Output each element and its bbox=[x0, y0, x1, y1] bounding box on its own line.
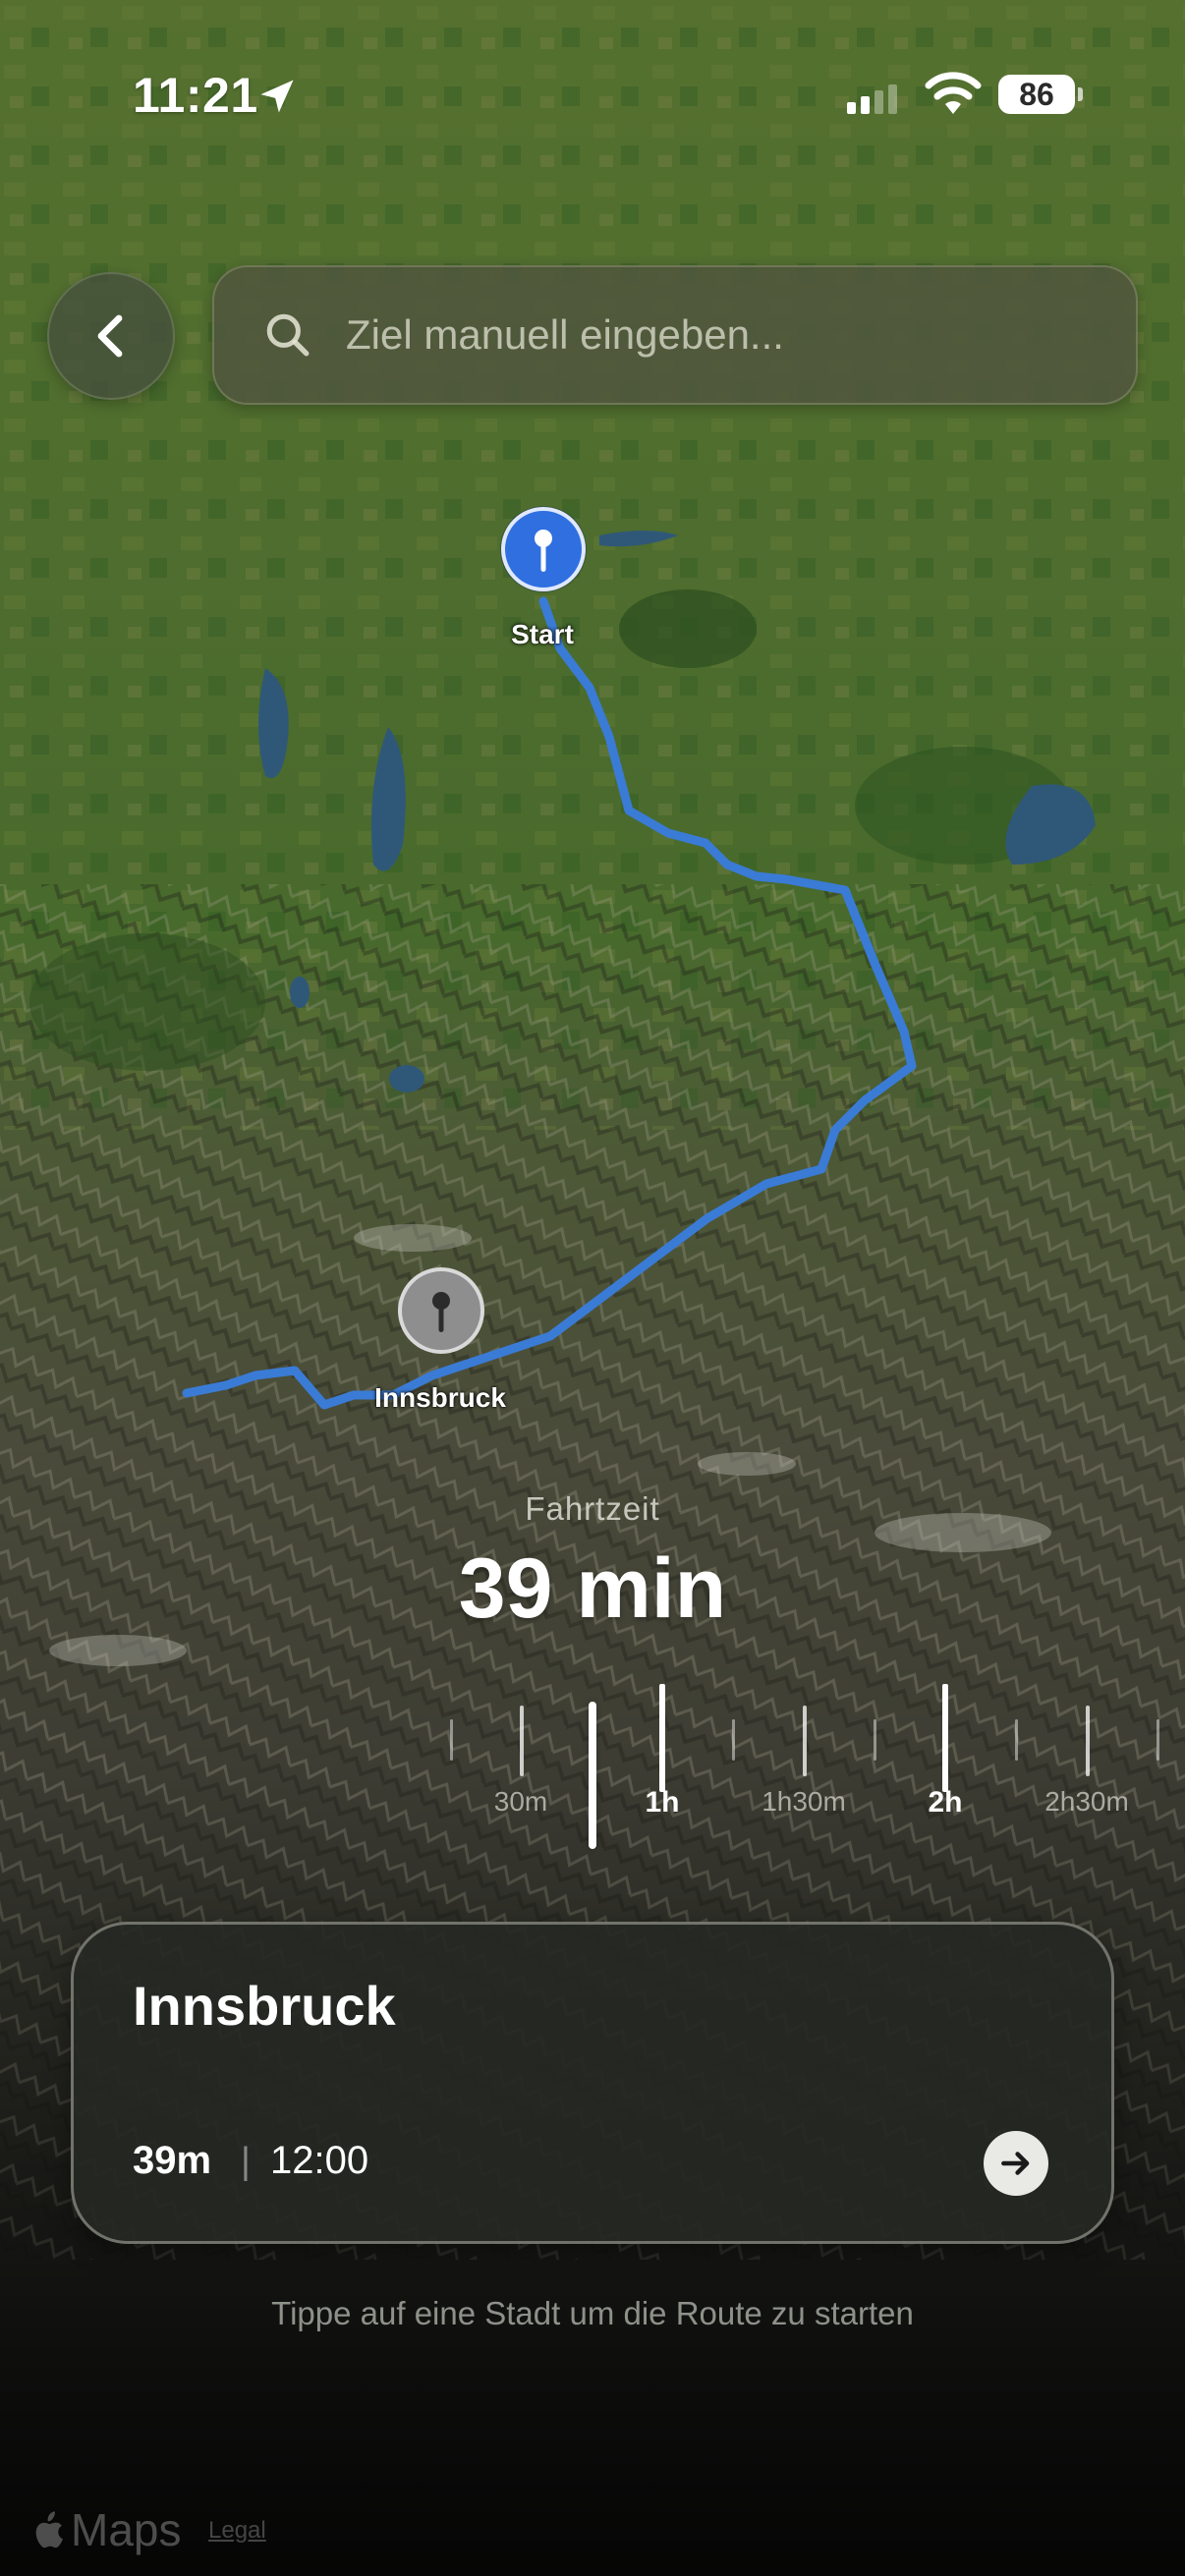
slider-tick bbox=[659, 1684, 665, 1792]
destination-card[interactable]: Innsbruck 39m | 12:00 bbox=[71, 1922, 1114, 2244]
wifi-icon bbox=[925, 72, 982, 114]
status-time: 11:21 bbox=[133, 68, 258, 123]
slider-tick bbox=[732, 1719, 735, 1761]
travel-time-label: Fahrtzeit bbox=[525, 1490, 660, 1527]
search-bar[interactable] bbox=[212, 265, 1138, 405]
destination-separator: | bbox=[241, 2141, 251, 2182]
slider-tick bbox=[803, 1706, 807, 1776]
hint-text: Tippe auf eine Stadt um die Route zu sta… bbox=[271, 2295, 914, 2331]
maps-logo: Maps bbox=[29, 2503, 181, 2556]
travel-time-value: 39 min bbox=[458, 1541, 727, 1636]
slider-tick bbox=[520, 1706, 524, 1776]
location-arrow-icon bbox=[260, 80, 294, 113]
destination-pin-icon[interactable] bbox=[397, 1266, 485, 1355]
start-pin-icon[interactable] bbox=[497, 503, 590, 595]
arrow-right-icon bbox=[1001, 2152, 1030, 2175]
destination-duration: 39m bbox=[133, 2139, 212, 2182]
slider-label-2h30m: 2h30m bbox=[1044, 1786, 1129, 1817]
slider-label-1h30m: 1h30m bbox=[762, 1786, 846, 1817]
search-icon bbox=[266, 313, 310, 357]
travel-time-slider[interactable]: 30m 1h 1h30m 2h 2h30m bbox=[0, 1670, 1185, 1867]
slider-tick bbox=[450, 1719, 453, 1761]
slider-label-2h: 2h bbox=[928, 1786, 963, 1819]
search-input[interactable] bbox=[346, 296, 1136, 374]
slider-label-30m: 30m bbox=[493, 1786, 548, 1817]
slider-tick bbox=[1015, 1719, 1018, 1761]
cellular-signal-icon bbox=[847, 84, 897, 114]
start-pin-label: Start bbox=[511, 619, 574, 649]
slider-thumb[interactable] bbox=[589, 1702, 596, 1849]
maps-logo-text: Maps bbox=[71, 2504, 182, 2555]
slider-label-1h: 1h bbox=[645, 1786, 680, 1819]
battery-indicator: 86 bbox=[998, 75, 1083, 114]
slider-tick bbox=[942, 1684, 948, 1792]
slider-tick bbox=[1086, 1706, 1090, 1776]
destination-arrival-time: 12:00 bbox=[270, 2139, 369, 2182]
legal-link[interactable]: Legal bbox=[208, 2517, 266, 2545]
slider-tick bbox=[1157, 1719, 1159, 1761]
back-button[interactable] bbox=[47, 272, 175, 400]
apple-logo-icon bbox=[35, 2511, 63, 2548]
destination-title: Innsbruck bbox=[133, 1975, 396, 2037]
destination-pin-label: Innsbruck bbox=[374, 1382, 506, 1413]
slider-tick bbox=[874, 1719, 876, 1761]
chevron-left-icon bbox=[97, 314, 123, 358]
start-route-button[interactable] bbox=[984, 2131, 1048, 2196]
